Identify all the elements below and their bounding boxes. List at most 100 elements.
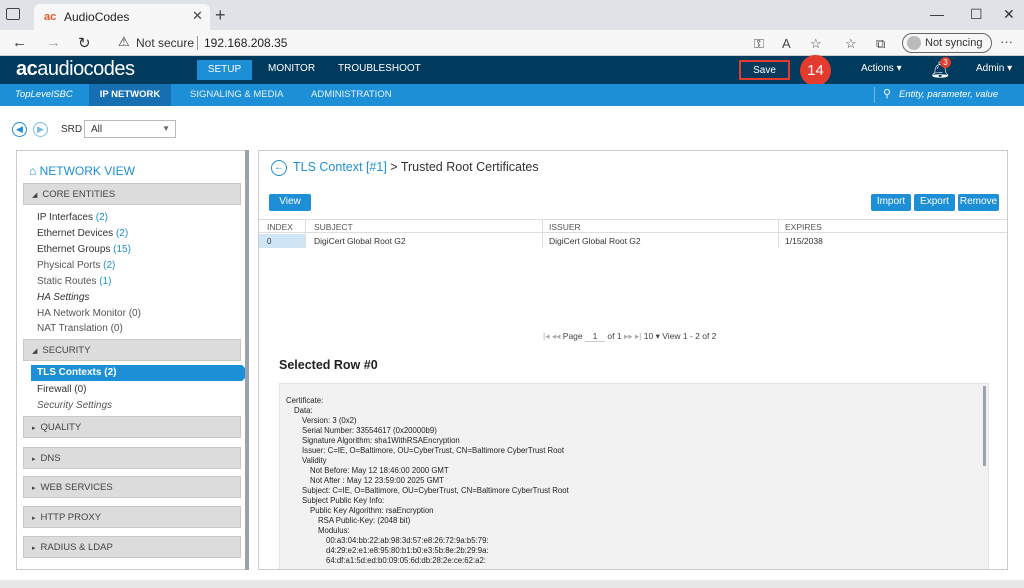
remove-button[interactable]: Remove <box>958 194 999 211</box>
cert-line: Validity <box>302 456 327 465</box>
search-icon: ⚲ <box>883 88 892 100</box>
step-badge: 14 <box>800 55 831 86</box>
key-icon[interactable]: ⚿ <box>754 36 764 52</box>
srd-select[interactable]: All ▼ <box>84 120 176 138</box>
tab-close-icon[interactable]: ✕ <box>192 8 203 24</box>
row-index-cell: 0 <box>259 234 305 248</box>
audiocodes-logo[interactable]: acaudiocodes <box>16 58 135 81</box>
search-input[interactable]: ⚲ Entity, parameter, value <box>874 87 1024 103</box>
nav-nat-translation[interactable]: NAT Translation (0) <box>37 323 123 334</box>
left-panel-scrollbar[interactable] <box>245 150 249 570</box>
page-label: Page <box>562 331 583 341</box>
network-view-title[interactable]: ⌂ NETWORK VIEW <box>29 164 135 178</box>
column-header-index[interactable]: INDEX <box>267 222 293 232</box>
section-core-entities[interactable]: ◢ CORE ENTITIES <box>23 183 241 205</box>
page-input[interactable]: 1 <box>585 331 606 342</box>
section-dns[interactable]: ▸ DNS <box>23 447 241 469</box>
nav-security-settings[interactable]: Security Settings <box>37 400 112 411</box>
per-page-select[interactable]: 10 ▾ <box>644 331 660 341</box>
url-text: 192.168.208.35 <box>204 36 288 50</box>
nav-ha-network-monitor[interactable]: HA Network Monitor (0) <box>37 308 141 319</box>
row-subject: DigiCert Global Root G2 <box>314 236 406 246</box>
more-menu-icon[interactable]: ··· <box>1000 34 1013 49</box>
sync-label: Not syncing <box>925 37 983 49</box>
cert-line: Serial Number: 33554617 (0x20000b9) <box>302 426 437 435</box>
reload-icon[interactable]: ↻ <box>78 34 91 52</box>
back-arrow-icon[interactable]: ← <box>12 34 27 51</box>
minimize-icon[interactable]: — <box>930 6 944 22</box>
nav-forward-icon[interactable]: ▶ <box>33 122 48 137</box>
warning-icon: ⚠ <box>118 34 130 49</box>
cert-line: 64:df:a1:5d:ed:b0:09:05:6d:db:28:2e:ce:6… <box>326 556 486 565</box>
page-of-label: of 1 <box>607 331 622 341</box>
nav-ethernet-groups[interactable]: Ethernet Groups (15) <box>37 244 131 255</box>
save-button[interactable]: Save <box>739 60 790 80</box>
import-button[interactable]: Import <box>871 194 911 211</box>
browser-tab[interactable]: ac AudioCodes ✕ <box>34 4 210 30</box>
profile-sync-button[interactable]: Not syncing <box>902 33 992 53</box>
admin-menu[interactable]: Admin ▾ <box>976 63 1012 74</box>
tab-signaling-media[interactable]: SIGNALING & MEDIA <box>190 89 283 100</box>
back-arrow-icon[interactable]: ← <box>271 160 287 176</box>
new-tab-icon[interactable]: + <box>215 5 226 26</box>
section-radius-ldap[interactable]: ▸ RADIUS & LDAP <box>23 536 241 558</box>
avatar <box>907 36 921 50</box>
next-page-icon[interactable]: ▸▸ <box>624 331 633 341</box>
caret-right-icon: ▸ <box>32 545 36 552</box>
view-button[interactable]: View <box>269 194 311 211</box>
tab-ip-network[interactable]: IP NETWORK <box>89 84 171 106</box>
row-expires: 1/15/2038 <box>785 236 823 246</box>
table-row[interactable]: 0 DigiCert Global Root G2 DigiCert Globa… <box>259 234 1007 248</box>
table-header: INDEX SUBJECT ISSUER EXPIRES <box>259 220 1007 233</box>
column-header-expires[interactable]: EXPIRES <box>785 222 822 232</box>
collections-icon[interactable]: ⧉ <box>876 36 885 52</box>
cert-line: Issuer: C=IE, O=Baltimore, OU=CyberTrust… <box>302 446 564 455</box>
maximize-icon[interactable]: ☐ <box>970 6 983 23</box>
caret-down-icon: ◢ <box>32 192 38 199</box>
nav-ha-settings[interactable]: HA Settings <box>37 292 89 303</box>
window-bottom-edge <box>0 580 1024 588</box>
cert-line: 00:a3:04:bb:22:ab:98:3d:57:e8:26:72:9a:b… <box>326 536 489 545</box>
cert-line: d4:29:e2:e1:e8:95:80:b1:b0:e3:5b:8e:2b:2… <box>326 546 489 555</box>
tab-administration[interactable]: ADMINISTRATION <box>311 89 392 100</box>
tls-context-link[interactable]: TLS Context [#1] <box>293 160 387 174</box>
section-quality[interactable]: ▸ QUALITY <box>23 416 241 438</box>
cert-line: Subject: C=IE, O=Baltimore, OU=CyberTrus… <box>302 486 569 495</box>
nav-ip-interfaces[interactable]: IP Interfaces (2) <box>37 212 108 223</box>
window-menu-icon[interactable] <box>6 8 20 20</box>
nav-ethernet-devices[interactable]: Ethernet Devices (2) <box>37 228 128 239</box>
section-http-proxy[interactable]: ▸ HTTP PROXY <box>23 506 241 528</box>
cert-line: Not Before: May 12 18:46:00 2000 GMT <box>310 466 449 475</box>
forward-arrow-icon[interactable]: → <box>46 34 61 51</box>
nav-tls-contexts[interactable]: TLS Contexts (2) <box>31 365 248 381</box>
section-web-services[interactable]: ▸ WEB SERVICES <box>23 476 241 498</box>
last-page-icon[interactable]: ▸| <box>635 331 641 341</box>
caret-down-icon: ◢ <box>32 348 38 355</box>
prev-page-icon[interactable]: ◂◂ <box>552 331 561 341</box>
add-favorite-icon[interactable]: ☆ <box>810 36 822 52</box>
column-header-issuer[interactable]: ISSUER <box>549 222 581 232</box>
nav-physical-ports[interactable]: Physical Ports (2) <box>37 260 115 271</box>
menu-setup[interactable]: SETUP <box>197 60 252 80</box>
certificate-scrollbar[interactable] <box>983 386 986 466</box>
certificates-table: INDEX SUBJECT ISSUER EXPIRES 0 DigiCert … <box>259 219 1007 248</box>
not-secure-label: Not secure <box>136 36 195 50</box>
cert-line: Data: <box>294 406 313 415</box>
read-aloud-icon[interactable]: A <box>782 36 791 51</box>
nav-static-routes[interactable]: Static Routes (1) <box>37 276 112 287</box>
menu-troubleshoot[interactable]: TROUBLESHOOT <box>338 63 421 74</box>
export-button[interactable]: Export <box>914 194 955 211</box>
favorites-icon[interactable]: ☆ <box>845 36 857 52</box>
section-security[interactable]: ◢ SECURITY <box>23 339 241 361</box>
pagination: |◂ ◂◂ Page 1 of 1 ▸▸ ▸| 10 ▾ View 1 - 2 … <box>543 331 716 342</box>
caret-right-icon: ▸ <box>32 515 36 522</box>
nav-firewall[interactable]: Firewall (0) <box>37 384 86 395</box>
first-page-icon[interactable]: |◂ <box>543 331 549 341</box>
url-field[interactable]: ⚠ Not secure 192.168.208.35 <box>112 32 832 54</box>
menu-monitor[interactable]: MONITOR <box>268 63 315 74</box>
nav-back-icon[interactable]: ◀ <box>12 122 27 137</box>
row-issuer: DigiCert Global Root G2 <box>549 236 641 246</box>
column-header-subject[interactable]: SUBJECT <box>314 222 353 232</box>
actions-menu[interactable]: Actions ▾ <box>861 63 902 74</box>
close-window-icon[interactable]: ✕ <box>1003 6 1015 23</box>
